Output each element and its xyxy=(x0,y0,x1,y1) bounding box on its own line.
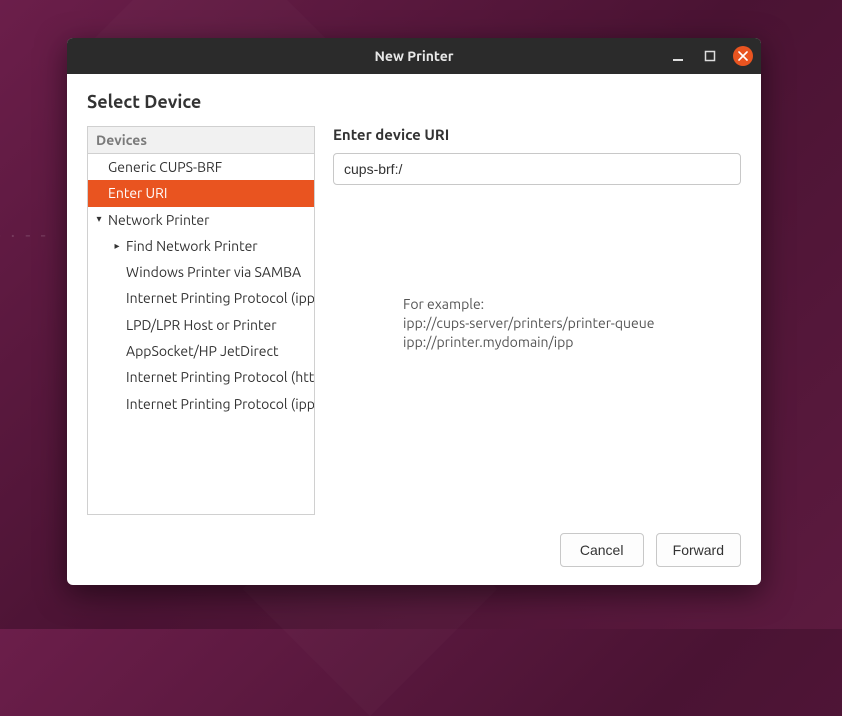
device-item-label: Enter URI xyxy=(108,183,167,203)
chevron-down-icon[interactable]: ▾ xyxy=(94,212,104,227)
device-item-label: AppSocket/HP JetDirect xyxy=(126,341,279,361)
device-item-label: Generic CUPS-BRF xyxy=(108,157,222,177)
dialog-content: Select Device Devices Generic CUPS-BRF En… xyxy=(67,74,761,585)
uri-label: Enter device URI xyxy=(333,126,741,143)
button-bar: Cancel Forward xyxy=(560,533,741,567)
maximize-icon xyxy=(704,50,716,62)
devices-list[interactable]: Generic CUPS-BRF Enter URI ▾ Network Printe… xyxy=(87,153,315,515)
minimize-icon xyxy=(672,50,684,62)
device-item-label: Windows Printer via SAMBA xyxy=(126,262,301,282)
device-item-label: LPD/LPR Host or Printer xyxy=(126,315,277,335)
device-item-label: Find Network Printer xyxy=(126,236,258,256)
close-icon xyxy=(738,51,748,61)
device-item-label: Network Printer xyxy=(108,210,209,230)
window-controls xyxy=(669,38,753,74)
device-item-label: Internet Printing Protocol (https) xyxy=(126,367,314,387)
devices-header: Devices xyxy=(87,126,315,153)
device-item[interactable]: Enter URI xyxy=(88,180,314,206)
device-item[interactable]: AppSocket/HP JetDirect xyxy=(88,338,314,364)
columns: Devices Generic CUPS-BRF Enter URI ▾ Networ… xyxy=(87,126,741,515)
devices-panel: Devices Generic CUPS-BRF Enter URI ▾ Networ… xyxy=(87,126,315,515)
titlebar: New Printer xyxy=(67,38,761,74)
chevron-right-icon[interactable]: ▸ xyxy=(112,239,122,254)
uri-example-block: For example: ipp://cups-server/printers/… xyxy=(403,295,741,352)
device-item[interactable]: Internet Printing Protocol (ipp) xyxy=(88,285,314,311)
new-printer-dialog: New Printer Select Device Devices Generi… xyxy=(67,38,761,585)
example-line-2: ipp://printer.mydomain/ipp xyxy=(403,333,741,352)
device-item[interactable]: ▾ Network Printer xyxy=(88,207,314,233)
example-line-1: ipp://cups-server/printers/printer-queue xyxy=(403,314,741,333)
device-item[interactable]: ▸ Find Network Printer xyxy=(88,233,314,259)
device-item[interactable]: Windows Printer via SAMBA xyxy=(88,259,314,285)
example-intro: For example: xyxy=(403,295,741,314)
uri-input[interactable] xyxy=(333,153,741,185)
uri-panel: Enter device URI For example: ipp://cups… xyxy=(333,126,741,515)
device-item[interactable]: Generic CUPS-BRF xyxy=(88,154,314,180)
window-title: New Printer xyxy=(374,48,453,64)
device-item-label: Internet Printing Protocol (ipps) xyxy=(126,394,314,414)
forward-button[interactable]: Forward xyxy=(656,533,741,567)
close-button[interactable] xyxy=(733,46,753,66)
maximize-button[interactable] xyxy=(701,47,719,65)
cancel-button[interactable]: Cancel xyxy=(560,533,644,567)
page-title: Select Device xyxy=(87,92,741,112)
minimize-button[interactable] xyxy=(669,47,687,65)
device-item-label: Internet Printing Protocol (ipp) xyxy=(126,288,314,308)
device-item[interactable]: LPD/LPR Host or Printer xyxy=(88,312,314,338)
device-item[interactable]: Internet Printing Protocol (ipps) xyxy=(88,391,314,417)
device-item[interactable]: Internet Printing Protocol (https) xyxy=(88,364,314,390)
bg-decoration: - - · - - xyxy=(0,225,49,245)
